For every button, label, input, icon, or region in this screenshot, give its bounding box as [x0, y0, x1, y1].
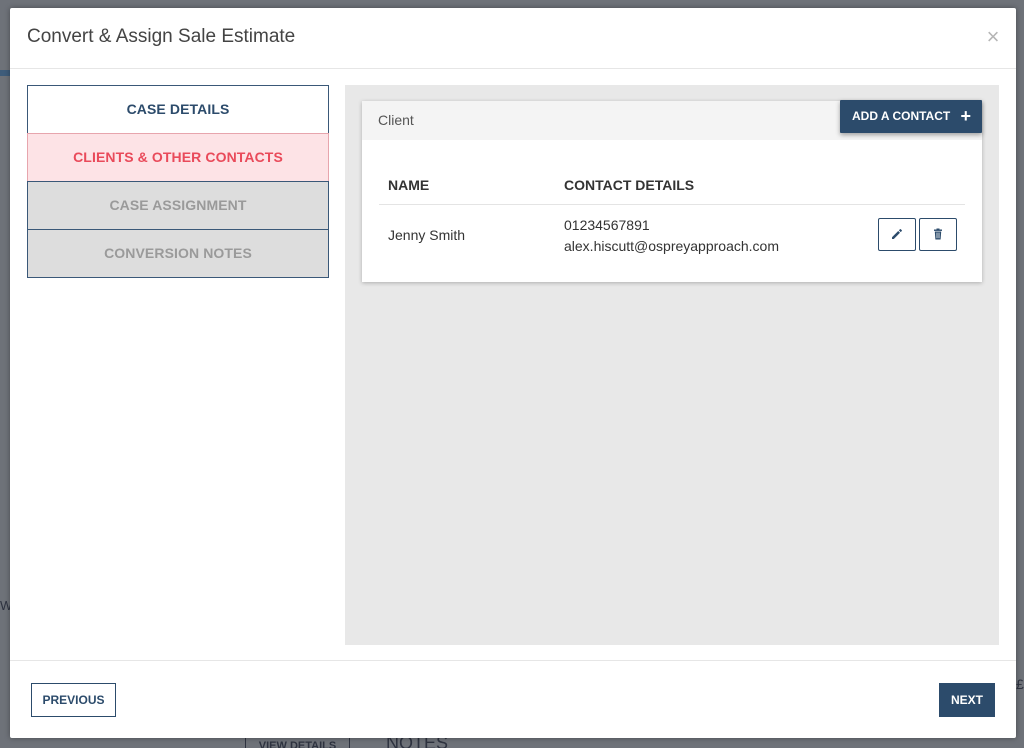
card-title: Client	[378, 112, 414, 128]
step-clients-other-contacts[interactable]: CLIENTS & OTHER CONTACTS	[27, 133, 329, 182]
delete-contact-button[interactable]	[919, 218, 957, 251]
previous-button[interactable]: PREVIOUS	[31, 683, 116, 717]
convert-assign-modal: Convert & Assign Sale Estimate × CASE DE…	[10, 8, 1016, 738]
step-navigation: CASE DETAILS CLIENTS & OTHER CONTACTS CA…	[27, 85, 329, 278]
pencil-icon	[892, 229, 902, 239]
next-button[interactable]: NEXT	[939, 683, 995, 717]
plus-icon: +	[960, 106, 971, 126]
content-panel: Client ADD A CONTACT + NAME CONTACT DETA…	[345, 85, 999, 645]
trash-icon	[934, 228, 942, 240]
modal-footer: PREVIOUS NEXT	[10, 660, 1016, 738]
contact-details: 01234567891 alex.hiscutt@ospreyapproach.…	[564, 215, 779, 257]
column-header-contact-details: CONTACT DETAILS	[564, 177, 695, 193]
table-row: Jenny Smith 01234567891 alex.hiscutt@osp…	[379, 206, 965, 262]
background-edge-currency: £	[1016, 676, 1024, 692]
step-case-details[interactable]: CASE DETAILS	[27, 85, 329, 134]
step-conversion-notes[interactable]: CONVERSION NOTES	[27, 229, 329, 278]
add-contact-button[interactable]: ADD A CONTACT +	[840, 100, 982, 133]
column-header-name: NAME	[388, 177, 430, 193]
modal-header: Convert & Assign Sale Estimate ×	[10, 8, 1016, 69]
contact-name: Jenny Smith	[388, 227, 466, 243]
client-card: Client ADD A CONTACT + NAME CONTACT DETA…	[362, 100, 982, 282]
step-case-assignment[interactable]: CASE ASSIGNMENT	[27, 181, 329, 230]
contact-phone: 01234567891	[564, 217, 650, 233]
table-header: NAME CONTACT DETAILS	[379, 162, 965, 205]
modal-title: Convert & Assign Sale Estimate	[27, 26, 296, 47]
background-accent-strip	[0, 70, 10, 76]
add-contact-label: ADD A CONTACT	[852, 109, 951, 123]
contact-email: alex.hiscutt@ospreyapproach.com	[564, 238, 779, 254]
close-icon[interactable]: ×	[984, 26, 1002, 48]
edit-contact-button[interactable]	[878, 218, 916, 251]
background-tab-view-details: VIEW DETAILS	[245, 738, 350, 748]
